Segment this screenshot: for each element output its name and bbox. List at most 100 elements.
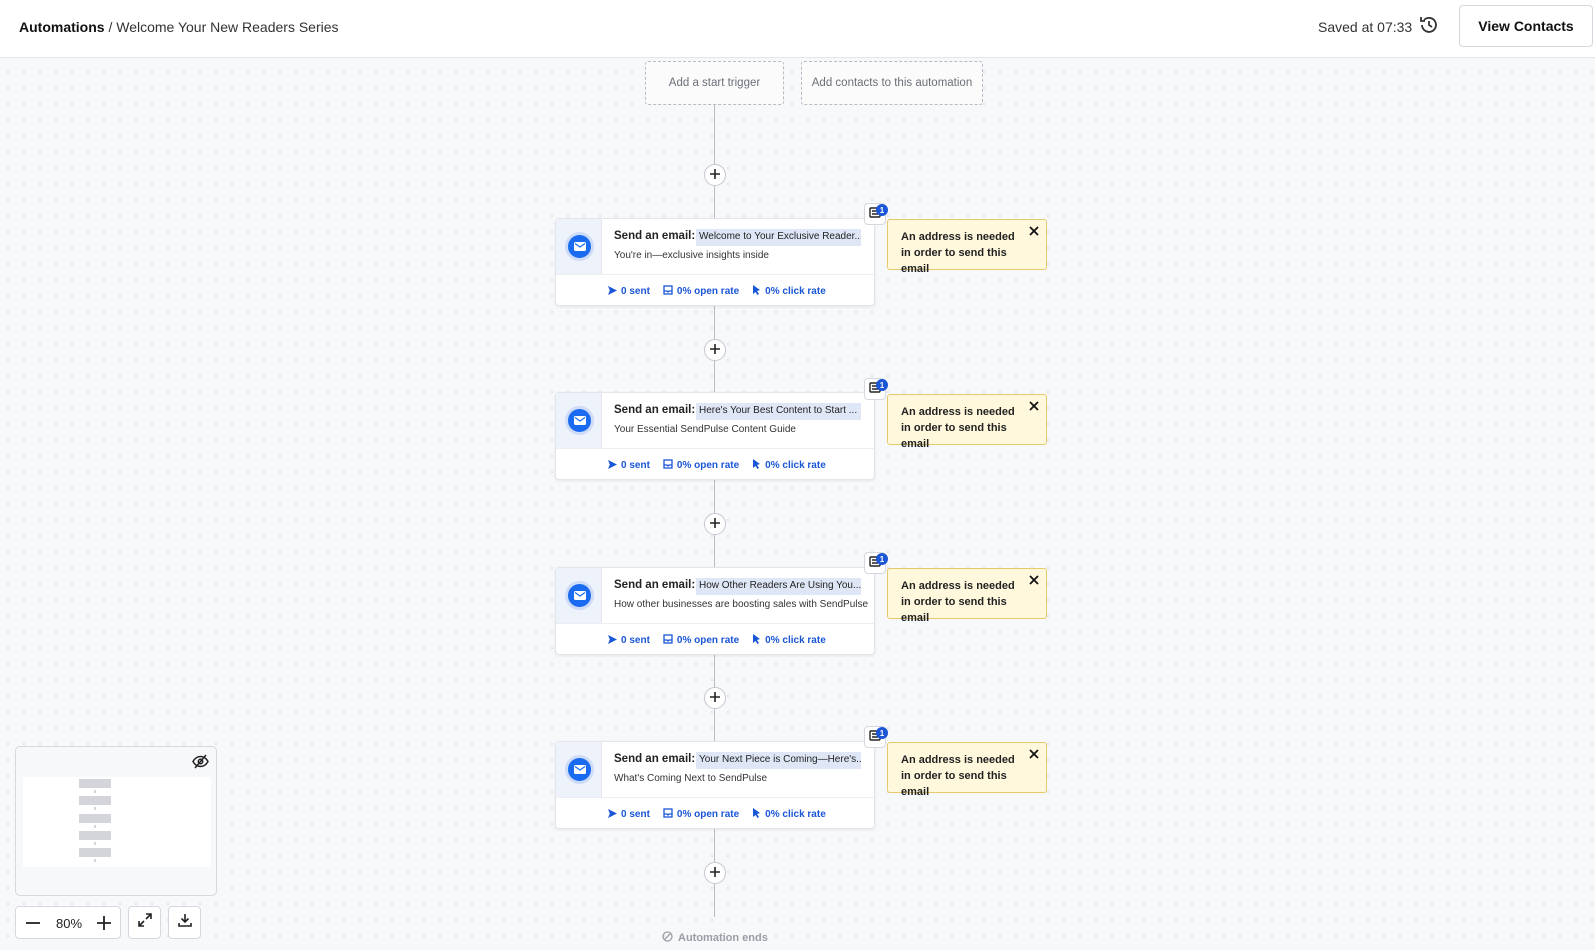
cursor-icon	[752, 634, 761, 647]
email-step-icon-column	[556, 393, 602, 448]
email-stats: 0 sent 0% open rate 0% click rate	[608, 285, 826, 298]
mail-icon	[565, 755, 594, 784]
mail-icon	[565, 406, 594, 435]
plus-icon	[710, 166, 720, 184]
sent-stat[interactable]: 0 sent	[608, 459, 650, 472]
email-step-card[interactable]: Send an email: Welcome to Your Exclusive…	[555, 218, 875, 306]
email-step-card[interactable]: Send an email: Here's Your Best Content …	[555, 392, 875, 480]
add-step-button[interactable]	[704, 339, 726, 361]
send-icon	[608, 808, 617, 821]
email-preview: You're in—exclusive insights inside	[614, 250, 769, 261]
email-subject: Your Next Piece is Coming—Here's...	[696, 752, 861, 769]
click-rate: 0% click rate	[765, 809, 826, 820]
address-warning: An address is needed in order to send th…	[887, 219, 1047, 275]
breadcrumb-automations-link[interactable]: Automations	[19, 19, 105, 35]
address-warning: An address is needed in order to send th…	[887, 394, 1047, 450]
close-icon[interactable]	[1028, 748, 1040, 760]
ban-icon	[662, 931, 673, 945]
warning-text: An address is needed in order to send th…	[901, 754, 1015, 798]
conditions-count-badge: 1	[876, 553, 888, 565]
zoom-level: 80%	[55, 916, 83, 931]
automation-end-marker: Automation ends	[662, 931, 768, 945]
open-rate: 0% open rate	[676, 635, 740, 646]
sent-count: 0 sent	[621, 809, 650, 820]
minimap-connector	[94, 807, 96, 810]
divider	[556, 797, 874, 798]
cursor-icon	[752, 808, 761, 821]
email-step-icon-column	[556, 568, 602, 623]
close-icon[interactable]	[1028, 400, 1040, 412]
open-rate: 0% open rate	[676, 809, 740, 820]
zoom-in-button[interactable]	[94, 913, 114, 933]
plus-icon	[710, 689, 720, 707]
sent-stat[interactable]: 0 sent	[608, 634, 650, 647]
email-subject: How Other Readers Are Using You...	[696, 578, 861, 595]
minimap-node	[79, 779, 111, 788]
minimap-hide-icon[interactable]	[192, 753, 209, 770]
minimap-node	[79, 848, 111, 857]
click-rate-stat[interactable]: 0% click rate	[752, 459, 826, 472]
mail-icon	[565, 232, 594, 261]
sent-stat[interactable]: 0 sent	[608, 285, 650, 298]
add-step-button[interactable]	[704, 862, 726, 884]
sent-count: 0 sent	[621, 635, 650, 646]
breadcrumb: Automations / Welcome Your New Readers S…	[19, 19, 339, 35]
open-rate-stat[interactable]: 0% open rate	[663, 808, 739, 821]
mail-icon	[565, 581, 594, 610]
plus-icon	[710, 341, 720, 359]
step-type-label: Send an email:	[614, 230, 696, 242]
history-icon[interactable]	[1418, 14, 1440, 36]
warning-text: An address is needed in order to send th…	[901, 231, 1015, 275]
click-rate: 0% click rate	[765, 286, 826, 297]
sent-stat[interactable]: 0 sent	[608, 808, 650, 821]
cursor-icon	[752, 285, 761, 298]
open-rate-stat[interactable]: 0% open rate	[663, 285, 739, 298]
email-stats: 0 sent 0% open rate 0% click rate	[608, 808, 826, 821]
download-icon	[177, 912, 193, 933]
divider	[556, 448, 874, 449]
conditions-count-badge: 1	[876, 204, 888, 216]
minimap-connector	[94, 842, 96, 845]
sent-count: 0 sent	[621, 286, 650, 297]
zoom-out-button[interactable]	[23, 913, 43, 933]
minimap-connector	[94, 790, 96, 793]
add-contacts-button[interactable]: Add contacts to this automation	[801, 61, 983, 105]
top-bar: Automations / Welcome Your New Readers S…	[0, 0, 1595, 58]
add-step-button[interactable]	[704, 687, 726, 709]
email-step-card[interactable]: Send an email: Your Next Piece is Coming…	[555, 741, 875, 829]
minimap-node	[79, 814, 111, 823]
click-rate-stat[interactable]: 0% click rate	[752, 808, 826, 821]
minimap-connector	[94, 859, 96, 862]
open-rate-stat[interactable]: 0% open rate	[663, 459, 739, 472]
warning-text: An address is needed in order to send th…	[901, 580, 1015, 624]
email-step-icon-column	[556, 219, 602, 274]
minimap-connector	[94, 825, 96, 828]
step-type-label: Send an email:	[614, 579, 696, 591]
click-rate-stat[interactable]: 0% click rate	[752, 634, 826, 647]
add-start-trigger-button[interactable]: Add a start trigger	[645, 61, 784, 105]
click-rate-stat[interactable]: 0% click rate	[752, 285, 826, 298]
click-rate: 0% click rate	[765, 635, 826, 646]
open-rate: 0% open rate	[676, 460, 740, 471]
step-type-label: Send an email:	[614, 753, 696, 765]
email-stats: 0 sent 0% open rate 0% click rate	[608, 634, 826, 647]
open-icon	[663, 634, 673, 647]
minimap[interactable]	[15, 746, 217, 896]
add-step-button[interactable]	[704, 164, 726, 186]
send-icon	[608, 634, 617, 647]
add-step-button[interactable]	[704, 513, 726, 535]
email-step-card[interactable]: Send an email: How Other Readers Are Usi…	[555, 567, 875, 655]
address-warning: An address is needed in order to send th…	[887, 742, 1047, 798]
conditions-count-badge: 1	[876, 379, 888, 391]
divider	[556, 623, 874, 624]
download-button[interactable]	[168, 906, 201, 939]
zoom-controls: 80%	[15, 906, 121, 939]
close-icon[interactable]	[1028, 225, 1040, 237]
email-step-icon-column	[556, 742, 602, 797]
close-icon[interactable]	[1028, 574, 1040, 586]
view-contacts-button[interactable]: View Contacts	[1459, 5, 1593, 47]
fit-to-screen-button[interactable]	[128, 906, 161, 939]
automation-ends-label: Automation ends	[678, 932, 768, 944]
open-rate-stat[interactable]: 0% open rate	[663, 634, 739, 647]
open-icon	[663, 808, 673, 821]
